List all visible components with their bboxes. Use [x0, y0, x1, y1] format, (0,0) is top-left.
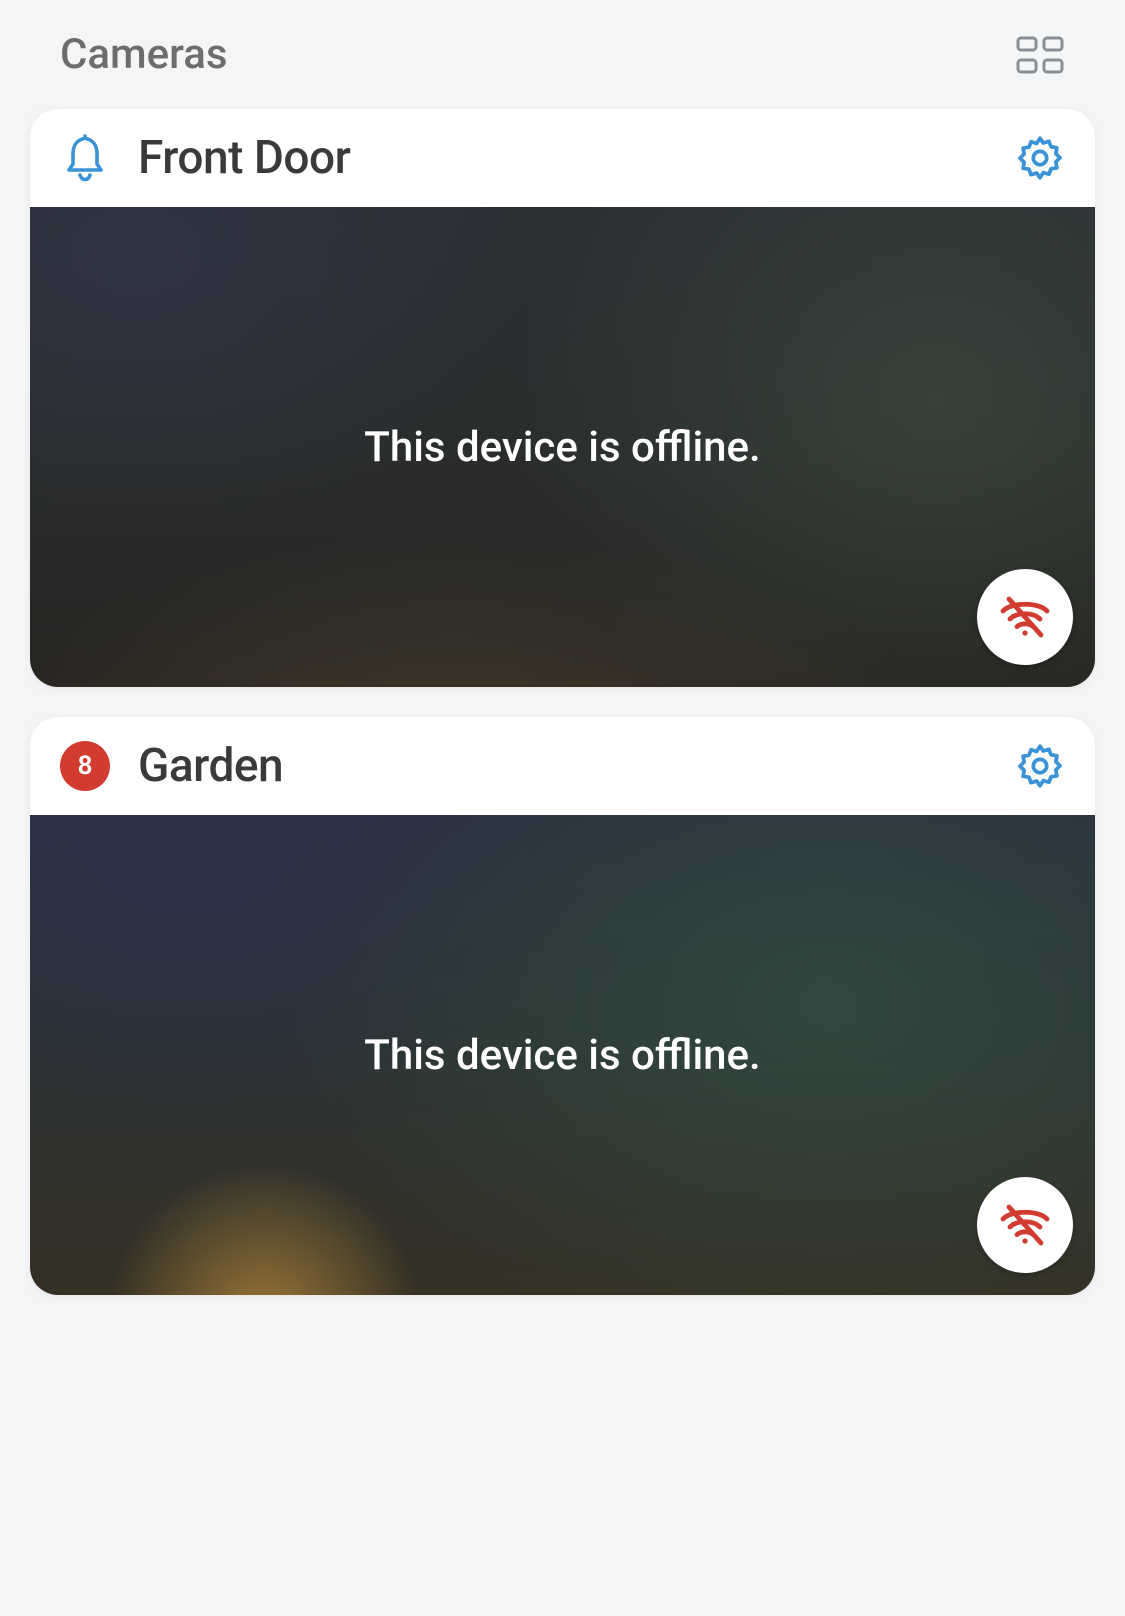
offline-indicator-chip[interactable]: [977, 569, 1073, 665]
camera-name: Garden: [138, 739, 987, 793]
camera-settings-button[interactable]: [1015, 741, 1065, 791]
wifi-off-icon: [999, 1203, 1051, 1247]
wifi-off-icon: [999, 595, 1051, 639]
notification-badge[interactable]: 8: [60, 741, 110, 791]
gear-icon: [1015, 133, 1065, 183]
camera-settings-button[interactable]: [1015, 133, 1065, 183]
offline-status-text: This device is offline.: [364, 423, 760, 472]
camera-preview[interactable]: This device is offline.: [30, 815, 1095, 1295]
cameras-page: Cameras Front Door: [0, 0, 1125, 1365]
page-title: Cameras: [60, 30, 228, 79]
camera-card-header: 8 Garden: [30, 717, 1095, 815]
camera-card-header: Front Door: [30, 109, 1095, 207]
page-header: Cameras: [0, 0, 1125, 99]
bell-icon: [60, 133, 110, 183]
offline-indicator-chip[interactable]: [977, 1177, 1073, 1273]
camera-card: Front Door This device is offline.: [30, 109, 1095, 687]
offline-status-text: This device is offline.: [364, 1031, 760, 1080]
grid-icon: [1015, 35, 1065, 75]
camera-preview[interactable]: This device is offline.: [30, 207, 1095, 687]
gear-icon: [1015, 741, 1065, 791]
camera-card: 8 Garden This device is offline.: [30, 717, 1095, 1295]
camera-name: Front Door: [138, 131, 987, 185]
layout-grid-button[interactable]: [1015, 35, 1065, 75]
